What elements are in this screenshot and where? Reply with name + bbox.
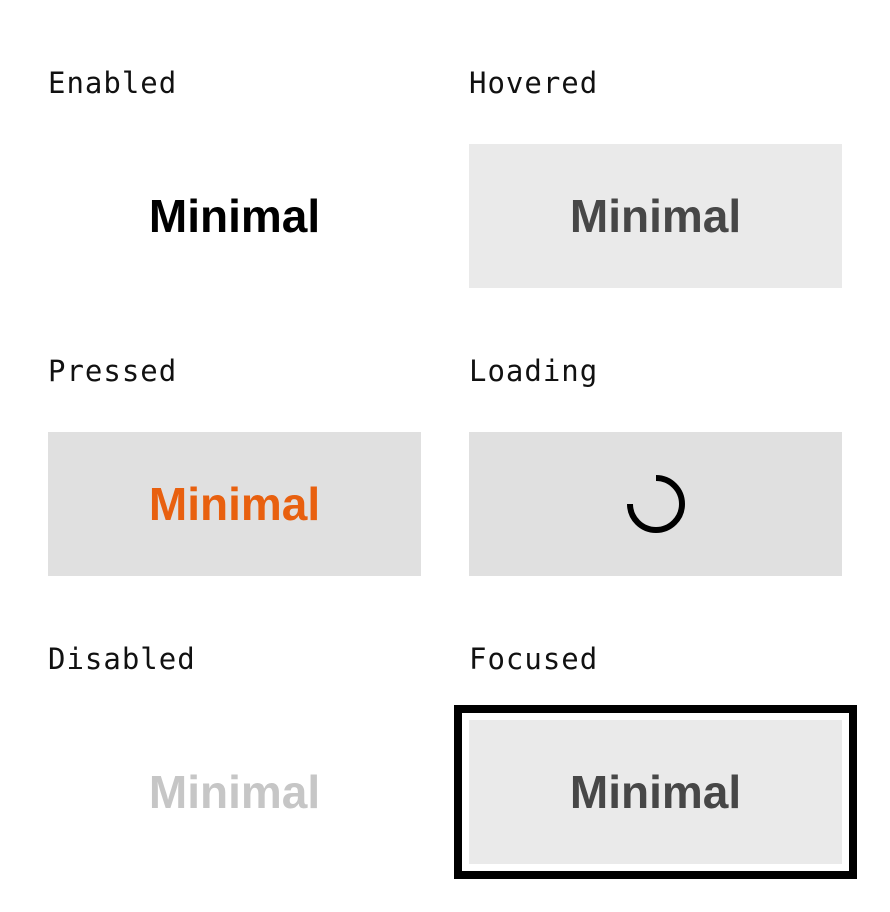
state-label-disabled: Disabled <box>48 642 196 676</box>
state-label-enabled: Enabled <box>48 66 178 100</box>
minimal-button-pressed[interactable]: Minimal <box>48 432 421 576</box>
button-label: Minimal <box>148 478 321 530</box>
minimal-button-loading[interactable] <box>469 432 842 576</box>
button-label: Minimal <box>569 190 742 242</box>
button-label: Minimal <box>569 766 742 818</box>
button-label: Minimal <box>148 766 321 818</box>
state-label-hovered: Hovered <box>469 66 599 100</box>
state-label-loading: Loading <box>469 354 599 388</box>
button-label: Minimal <box>148 190 321 242</box>
minimal-button-disabled: Minimal <box>48 720 421 864</box>
minimal-button-focused[interactable]: Minimal <box>469 720 842 864</box>
minimal-button-enabled[interactable]: Minimal <box>48 144 421 288</box>
spinner-icon <box>626 475 685 533</box>
state-label-pressed: Pressed <box>48 354 178 388</box>
minimal-button-hovered[interactable]: Minimal <box>469 144 842 288</box>
state-label-focused: Focused <box>469 642 599 676</box>
